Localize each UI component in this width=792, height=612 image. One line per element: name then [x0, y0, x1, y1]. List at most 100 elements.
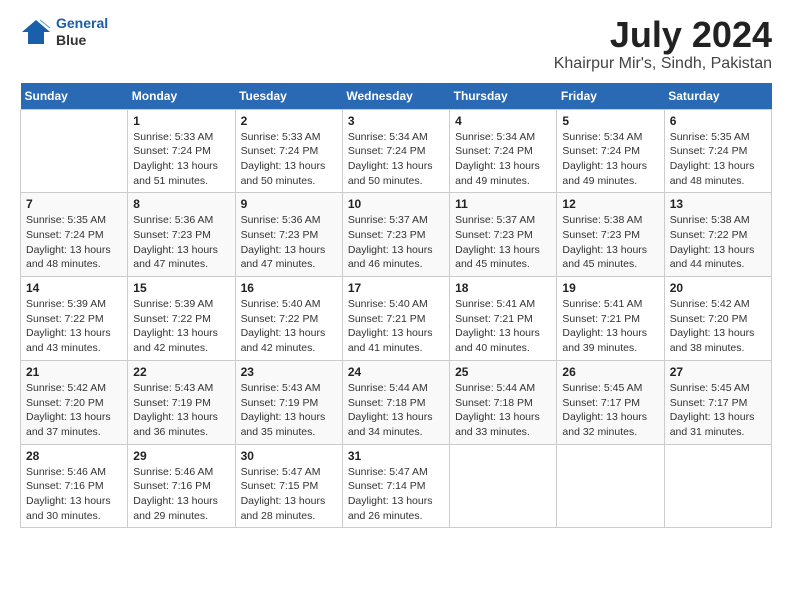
calendar-day-cell	[21, 109, 128, 193]
day-number: 1	[133, 114, 229, 128]
day-number: 11	[455, 197, 551, 211]
logo-text: General Blue	[56, 15, 108, 49]
day-number: 16	[241, 281, 337, 295]
calendar-day-cell: 30 Sunrise: 5:47 AM Sunset: 7:15 PM Dayli…	[235, 444, 342, 528]
day-number: 2	[241, 114, 337, 128]
weekday-header: Saturday	[664, 83, 771, 110]
calendar-table: SundayMondayTuesdayWednesdayThursdayFrid…	[20, 83, 772, 529]
day-number: 22	[133, 365, 229, 379]
day-info: Sunrise: 5:39 AM Sunset: 7:22 PM Dayligh…	[26, 297, 122, 356]
calendar-day-cell: 5 Sunrise: 5:34 AM Sunset: 7:24 PM Daylig…	[557, 109, 664, 193]
day-number: 18	[455, 281, 551, 295]
day-number: 15	[133, 281, 229, 295]
day-number: 30	[241, 449, 337, 463]
calendar-day-cell: 13 Sunrise: 5:38 AM Sunset: 7:22 PM Dayli…	[664, 193, 771, 277]
day-info: Sunrise: 5:35 AM Sunset: 7:24 PM Dayligh…	[670, 130, 766, 189]
calendar-day-cell: 10 Sunrise: 5:37 AM Sunset: 7:23 PM Dayli…	[342, 193, 449, 277]
calendar-day-cell: 15 Sunrise: 5:39 AM Sunset: 7:22 PM Dayli…	[128, 277, 235, 361]
calendar-day-cell: 7 Sunrise: 5:35 AM Sunset: 7:24 PM Daylig…	[21, 193, 128, 277]
logo-line1: General	[56, 15, 108, 31]
calendar-day-cell: 29Sunrise: 5:46 AM Sunset: 7:16 PM Dayli…	[128, 444, 235, 528]
calendar-day-cell: 23Sunrise: 5:43 AM Sunset: 7:19 PM Dayli…	[235, 360, 342, 444]
day-number: 3	[348, 114, 444, 128]
calendar-header-row: SundayMondayTuesdayWednesdayThursdayFrid…	[21, 83, 772, 110]
day-info: Sunrise: 5:47 AM Sunset: 7:14 PM Dayligh…	[348, 465, 444, 524]
day-info: Sunrise: 5:34 AM Sunset: 7:24 PM Dayligh…	[455, 130, 551, 189]
calendar-day-cell: 27Sunrise: 5:45 AM Sunset: 7:17 PM Dayli…	[664, 360, 771, 444]
day-info: Sunrise: 5:45 AM Sunset: 7:17 PM Dayligh…	[670, 381, 766, 440]
calendar-week-row: 14 Sunrise: 5:39 AM Sunset: 7:22 PM Dayli…	[21, 277, 772, 361]
day-info: Sunrise: 5:36 AM Sunset: 7:23 PM Dayligh…	[133, 213, 229, 272]
day-number: 13	[670, 197, 766, 211]
day-info: Sunrise: 5:46 AM Sunset: 7:16 PM Dayligh…	[26, 465, 122, 524]
calendar-day-cell	[450, 444, 557, 528]
day-number: 9	[241, 197, 337, 211]
day-info: Sunrise: 5:36 AM Sunset: 7:23 PM Dayligh…	[241, 213, 337, 272]
day-info: Sunrise: 5:42 AM Sunset: 7:20 PM Dayligh…	[670, 297, 766, 356]
calendar-day-cell: 2 Sunrise: 5:33 AM Sunset: 7:24 PM Daylig…	[235, 109, 342, 193]
calendar-week-row: 28 Sunrise: 5:46 AM Sunset: 7:16 PM Dayli…	[21, 444, 772, 528]
day-info: Sunrise: 5:47 AM Sunset: 7:15 PM Dayligh…	[241, 465, 337, 524]
day-number: 12	[562, 197, 658, 211]
day-info: Sunrise: 5:34 AM Sunset: 7:24 PM Dayligh…	[562, 130, 658, 189]
day-info: Sunrise: 5:41 AM Sunset: 7:21 PM Dayligh…	[562, 297, 658, 356]
weekday-header: Tuesday	[235, 83, 342, 110]
day-info: Sunrise: 5:44 AM Sunset: 7:18 PM Dayligh…	[455, 381, 551, 440]
calendar-day-cell: 6 Sunrise: 5:35 AM Sunset: 7:24 PM Daylig…	[664, 109, 771, 193]
calendar-day-cell: 14 Sunrise: 5:39 AM Sunset: 7:22 PM Dayli…	[21, 277, 128, 361]
day-number: 29	[133, 449, 229, 463]
day-number: 5	[562, 114, 658, 128]
weekday-header: Sunday	[21, 83, 128, 110]
weekday-header: Friday	[557, 83, 664, 110]
calendar-day-cell: 31 Sunrise: 5:47 AM Sunset: 7:14 PM Dayli…	[342, 444, 449, 528]
day-info: Sunrise: 5:42 AM Sunset: 7:20 PM Dayligh…	[26, 381, 122, 440]
calendar-day-cell: 21 Sunrise: 5:42 AM Sunset: 7:20 PM Dayli…	[21, 360, 128, 444]
day-number: 21	[26, 365, 122, 379]
day-number: 28	[26, 449, 122, 463]
calendar-day-cell	[664, 444, 771, 528]
day-number: 19	[562, 281, 658, 295]
day-info: Sunrise: 5:43 AM Sunset: 7:19 PM Dayligh…	[133, 381, 229, 440]
weekday-header: Thursday	[450, 83, 557, 110]
calendar-day-cell: 16 Sunrise: 5:40 AM Sunset: 7:22 PM Dayli…	[235, 277, 342, 361]
calendar-day-cell: 25 Sunrise: 5:44 AM Sunset: 7:18 PM Dayli…	[450, 360, 557, 444]
calendar-day-cell: 11Sunrise: 5:37 AM Sunset: 7:23 PM Dayli…	[450, 193, 557, 277]
calendar-day-cell: 9 Sunrise: 5:36 AM Sunset: 7:23 PM Daylig…	[235, 193, 342, 277]
logo: General Blue	[20, 15, 108, 49]
calendar-day-cell: 28 Sunrise: 5:46 AM Sunset: 7:16 PM Dayli…	[21, 444, 128, 528]
day-number: 8	[133, 197, 229, 211]
day-info: Sunrise: 5:40 AM Sunset: 7:21 PM Dayligh…	[348, 297, 444, 356]
calendar-week-row: 1 Sunrise: 5:33 AM Sunset: 7:24 PM Daylig…	[21, 109, 772, 193]
day-info: Sunrise: 5:41 AM Sunset: 7:21 PM Dayligh…	[455, 297, 551, 356]
weekday-header: Monday	[128, 83, 235, 110]
logo-line2: Blue	[56, 32, 108, 49]
day-number: 17	[348, 281, 444, 295]
day-info: Sunrise: 5:37 AM Sunset: 7:23 PM Dayligh…	[348, 213, 444, 272]
day-number: 24	[348, 365, 444, 379]
day-info: Sunrise: 5:33 AM Sunset: 7:24 PM Dayligh…	[241, 130, 337, 189]
day-number: 6	[670, 114, 766, 128]
calendar-day-cell: 26Sunrise: 5:45 AM Sunset: 7:17 PM Dayli…	[557, 360, 664, 444]
day-number: 10	[348, 197, 444, 211]
calendar-day-cell: 8 Sunrise: 5:36 AM Sunset: 7:23 PM Daylig…	[128, 193, 235, 277]
day-info: Sunrise: 5:40 AM Sunset: 7:22 PM Dayligh…	[241, 297, 337, 356]
day-info: Sunrise: 5:39 AM Sunset: 7:22 PM Dayligh…	[133, 297, 229, 356]
calendar-day-cell: 18 Sunrise: 5:41 AM Sunset: 7:21 PM Dayli…	[450, 277, 557, 361]
day-number: 31	[348, 449, 444, 463]
day-info: Sunrise: 5:35 AM Sunset: 7:24 PM Dayligh…	[26, 213, 122, 272]
day-number: 7	[26, 197, 122, 211]
calendar-day-cell: 3Sunrise: 5:34 AM Sunset: 7:24 PM Daylig…	[342, 109, 449, 193]
calendar-day-cell: 12 Sunrise: 5:38 AM Sunset: 7:23 PM Dayli…	[557, 193, 664, 277]
day-number: 25	[455, 365, 551, 379]
day-info: Sunrise: 5:38 AM Sunset: 7:23 PM Dayligh…	[562, 213, 658, 272]
calendar-day-cell: 20Sunrise: 5:42 AM Sunset: 7:20 PM Dayli…	[664, 277, 771, 361]
calendar-day-cell: 1Sunrise: 5:33 AM Sunset: 7:24 PM Daylig…	[128, 109, 235, 193]
calendar-day-cell: 4Sunrise: 5:34 AM Sunset: 7:24 PM Daylig…	[450, 109, 557, 193]
day-info: Sunrise: 5:38 AM Sunset: 7:22 PM Dayligh…	[670, 213, 766, 272]
header: General Blue July 2024 Khairpur Mir's, S…	[20, 15, 772, 73]
day-number: 14	[26, 281, 122, 295]
calendar-week-row: 21 Sunrise: 5:42 AM Sunset: 7:20 PM Dayli…	[21, 360, 772, 444]
weekday-header: Wednesday	[342, 83, 449, 110]
calendar-day-cell	[557, 444, 664, 528]
page-subtitle: Khairpur Mir's, Sindh, Pakistan	[554, 55, 772, 73]
